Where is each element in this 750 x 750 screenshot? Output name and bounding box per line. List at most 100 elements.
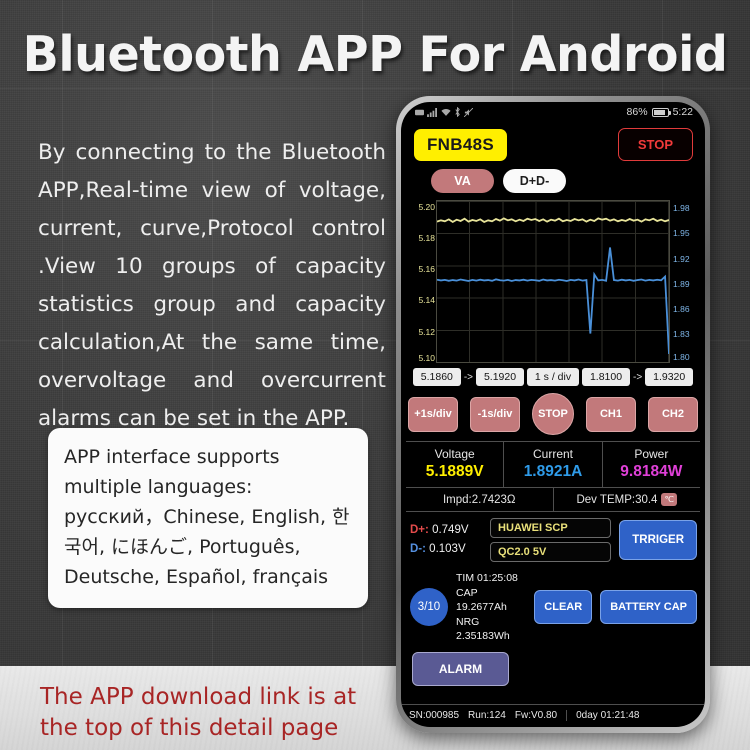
serial-number-label: SN:000985 bbox=[409, 710, 460, 721]
decrease-timebase-button[interactable]: -1s/div bbox=[470, 396, 520, 432]
protocol-primary[interactable]: HUAWEI SCP bbox=[490, 518, 612, 538]
current-value: 1.8921A bbox=[523, 463, 583, 480]
page-title: Bluetooth APP For Android bbox=[22, 26, 728, 83]
signal-bars-icon bbox=[427, 107, 437, 117]
protocol-secondary[interactable]: QC2.0 5V bbox=[490, 542, 612, 562]
status-bar-right: 86% 5:22 bbox=[627, 106, 693, 118]
current-label: Current bbox=[532, 447, 573, 461]
axis-tick-right: 1.83 bbox=[673, 329, 690, 340]
voltage-label: Voltage bbox=[434, 447, 475, 461]
chart-plot-area[interactable] bbox=[436, 200, 670, 363]
current-meter: Current 1.8921A bbox=[504, 442, 603, 487]
app-header-row: FNB48S STOP bbox=[401, 122, 705, 161]
data-line-values: D+: 0.749V D-: 0.103V bbox=[410, 521, 482, 559]
axis-tick-left: 5.20 bbox=[418, 201, 435, 212]
channel-1-button[interactable]: CH1 bbox=[586, 396, 636, 432]
impedance-reading: Impd:2.7423Ω bbox=[406, 488, 554, 511]
power-value: 9.8184W bbox=[620, 463, 683, 480]
download-link-note: The APP download link is at the top of t… bbox=[40, 684, 357, 741]
description-paragraph: By connecting to the Bluetooth APP,Real-… bbox=[38, 140, 386, 431]
dplus-label: D+: bbox=[410, 524, 429, 536]
wifi-icon bbox=[441, 108, 451, 116]
mute-icon bbox=[464, 107, 473, 117]
dminus-value: 0.103V bbox=[429, 543, 466, 555]
view-mode-tabs: VA D+D- bbox=[401, 161, 705, 200]
stop-connection-button[interactable]: STOP bbox=[617, 128, 693, 161]
dplus-value: 0.749V bbox=[432, 524, 469, 536]
chart-stop-button[interactable]: STOP bbox=[532, 393, 574, 435]
chart-range-row: 5.1860 -> 5.1920 1 s / div 1.8100 -> 1.9… bbox=[401, 363, 705, 390]
current-range-min[interactable]: 1.8100 bbox=[582, 368, 630, 386]
channel-2-button[interactable]: CH2 bbox=[648, 396, 698, 432]
axis-tick-left: 5.16 bbox=[418, 264, 435, 275]
voltage-range-min[interactable]: 5.1860 bbox=[412, 368, 461, 386]
dminus-label: D-: bbox=[410, 543, 426, 555]
device-temperature-reading: Dev TEMP:30.4 ℃ bbox=[554, 488, 701, 511]
axis-tick-right: 1.95 bbox=[673, 228, 690, 239]
series-voltage-line bbox=[437, 218, 669, 222]
capacity-stats: TIM 01:25:08 CAP 19.2677Ah NRG 2.35183Wh bbox=[456, 571, 526, 644]
axis-tick-left: 5.18 bbox=[418, 232, 435, 243]
axis-tick-left: 5.14 bbox=[418, 295, 435, 306]
axis-tick-right: 1.86 bbox=[673, 304, 690, 315]
axis-tick-right: 1.92 bbox=[673, 253, 690, 264]
capacity-ah: CAP 19.2677Ah bbox=[456, 586, 507, 614]
clock-label: 5:22 bbox=[672, 106, 693, 118]
uptime-label: 0day 01:21:48 bbox=[576, 710, 640, 721]
sim-card-icon bbox=[415, 109, 424, 115]
axis-tick-left: 5.10 bbox=[418, 353, 435, 364]
status-bar-left-icons bbox=[415, 107, 473, 117]
phone-screen: 86% 5:22 FNB48S STOP VA D+D- 5.20 5.18 5… bbox=[401, 102, 705, 727]
chart-left-axis: 5.20 5.18 5.16 5.14 5.12 5.10 bbox=[405, 200, 436, 364]
range-arrow-icon: -> bbox=[463, 371, 473, 383]
battery-icon bbox=[651, 107, 671, 117]
capacity-section: 3/10 TIM 01:25:08 CAP 19.2677Ah NRG 2.35… bbox=[401, 567, 705, 649]
measurement-panel: Voltage 5.1889V Current 1.8921A Power 9.… bbox=[406, 441, 700, 488]
battery-cap-button[interactable]: BATTERY CAP bbox=[600, 590, 697, 625]
android-status-bar: 86% 5:22 bbox=[401, 102, 705, 122]
tab-va[interactable]: VA bbox=[431, 169, 494, 193]
protocol-boxes: HUAWEI SCP QC2.0 5V bbox=[490, 518, 612, 562]
realtime-chart[interactable]: 5.20 5.18 5.16 5.14 5.12 5.10 1.98 1.95 … bbox=[405, 200, 701, 363]
footer-divider bbox=[566, 710, 568, 721]
trigger-button[interactable]: TRRIGER bbox=[619, 520, 697, 560]
capacity-time: TIM 01:25:08 bbox=[456, 572, 518, 584]
alarm-button[interactable]: ALARM bbox=[412, 651, 509, 686]
chart-series-svg bbox=[437, 201, 669, 362]
current-range-max[interactable]: 1.9320 bbox=[645, 368, 694, 386]
axis-tick-right: 1.80 bbox=[673, 352, 690, 363]
bluetooth-icon bbox=[455, 107, 460, 117]
decor-grid-line bbox=[0, 88, 750, 89]
chart-controls-row: +1s/div -1s/div STOP CH1 CH2 bbox=[401, 390, 705, 441]
battery-percent-label: 86% bbox=[626, 106, 648, 118]
run-count-label: Run:124 bbox=[468, 710, 506, 721]
voltage-value: 5.1889V bbox=[425, 463, 484, 480]
device-name-badge[interactable]: FNB48S bbox=[414, 128, 507, 161]
range-arrow-icon: -> bbox=[633, 371, 643, 383]
axis-tick-left: 5.12 bbox=[418, 326, 435, 337]
voltage-meter: Voltage 5.1889V bbox=[406, 442, 505, 487]
voltage-range-max[interactable]: 5.1920 bbox=[476, 368, 524, 386]
series-current-line bbox=[437, 248, 669, 354]
chart-right-axis: 1.98 1.95 1.92 1.89 1.86 1.83 1.80 bbox=[670, 200, 701, 363]
device-info-footer: SN:000985 Run:124 Fw:V0.80 0day 01:21:48 bbox=[401, 704, 705, 727]
timebase-value[interactable]: 1 s / div bbox=[527, 368, 579, 386]
firmware-label: Fw:V0.80 bbox=[514, 710, 558, 721]
axis-tick-right: 1.89 bbox=[673, 278, 690, 289]
data-lines-section: D+: 0.749V D-: 0.103V HUAWEI SCP QC2.0 5… bbox=[401, 512, 705, 567]
capacity-group-selector[interactable]: 3/10 bbox=[410, 588, 448, 627]
language-support-box: APP interface supports multiple language… bbox=[48, 428, 368, 608]
tab-dplus-dminus[interactable]: D+D- bbox=[503, 169, 566, 193]
celsius-unit-badge[interactable]: ℃ bbox=[661, 493, 677, 506]
secondary-readings-row: Impd:2.7423Ω Dev TEMP:30.4 ℃ bbox=[406, 488, 700, 512]
dplus-row: D+: 0.749V bbox=[410, 521, 482, 540]
phone-mockup: 86% 5:22 FNB48S STOP VA D+D- 5.20 5.18 5… bbox=[396, 96, 710, 733]
axis-tick-right: 1.98 bbox=[673, 203, 690, 214]
clear-button[interactable]: CLEAR bbox=[534, 590, 593, 625]
alarm-section: ALARM bbox=[401, 649, 705, 692]
increase-timebase-button[interactable]: +1s/div bbox=[408, 396, 458, 432]
power-label: Power bbox=[634, 447, 669, 461]
capacity-wh: NRG 2.35183Wh bbox=[456, 615, 510, 643]
power-meter: Power 9.8184W bbox=[603, 442, 700, 487]
dminus-row: D-: 0.103V bbox=[410, 540, 482, 559]
